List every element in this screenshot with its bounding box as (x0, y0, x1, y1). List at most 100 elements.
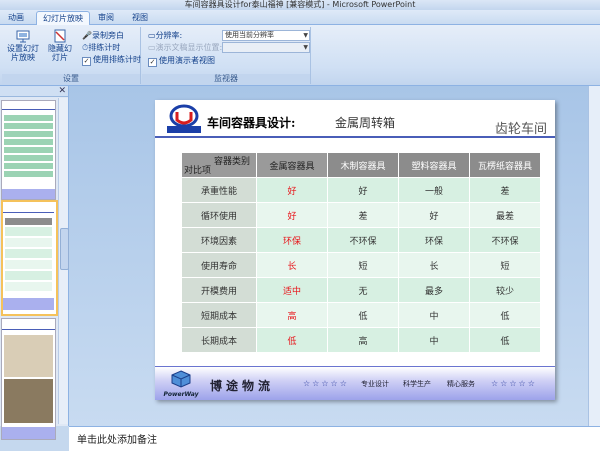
table-cell: 好 (399, 203, 469, 227)
use-timings-checkbox[interactable]: ✓ 使用排练计时 (82, 55, 141, 66)
slide-thumbnail-2-preview (3, 202, 54, 310)
table-header-row: 容器类别 对比项 金属容器具 木制容器具 塑料容器具 瓦楞纸容器具 (182, 153, 540, 177)
table-cell: 不环保 (470, 228, 540, 252)
use-timings-label: 使用排练计时 (93, 55, 141, 64)
slide-title: 车间容器具设计: (207, 116, 296, 130)
scrollbar-thumb[interactable] (60, 228, 69, 270)
use-timings-check[interactable]: ✓ (82, 57, 91, 66)
slide-thumbnail-3[interactable] (1, 318, 56, 440)
slide-footer: PowerWay 博途物流 ☆☆☆☆☆ 专业设计 科学生产 精心服务 ☆☆☆☆☆ (155, 366, 555, 400)
column-header: 木制容器具 (328, 153, 398, 177)
footer-tag-design: 专业设计 (361, 380, 389, 388)
slide-thumbnail-1-preview (2, 101, 55, 199)
rehearse-timings-button[interactable]: ⏱排练计时 (82, 43, 120, 53)
resolution-dropdown[interactable]: 使用当前分辨率 ▼ (222, 30, 310, 41)
table-cell: 低 (470, 303, 540, 327)
table-cell: 长 (399, 253, 469, 277)
ribbon-tabs: 动画 幻灯片放映 审阅 视图 (0, 10, 600, 25)
footer-logo: PowerWay (161, 370, 201, 398)
close-icon[interactable]: ✕ (58, 86, 66, 96)
slide-editing-area: 车间容器具设计: 金属周转箱 齿轮车间 容器类别 对比项 金属容器具 木制容器具… (69, 86, 600, 426)
table-cell: 一般 (399, 178, 469, 202)
company-logo-icon (167, 104, 201, 133)
tab-slideshow[interactable]: 幻灯片放映 (36, 11, 90, 25)
microphone-icon: 🎤 (82, 31, 92, 40)
cube-logo-icon (171, 370, 191, 388)
presenter-view-check[interactable]: ✓ (148, 58, 157, 67)
table-cell: 环保 (257, 228, 327, 252)
table-cell: 差 (470, 178, 540, 202)
table-row: 承重性能 好 好 一般 差 (182, 178, 540, 202)
ribbon: 设置幻灯片放映 隐藏幻灯片 🎤录制旁白 ⏱排练计时 ✓ 使用排练计时 设置 ▭分辨… (0, 25, 600, 86)
title-divider (155, 136, 555, 138)
corner-top-label: 容器类别 (213, 157, 250, 167)
resolution-label: ▭分辨率: (148, 31, 182, 41)
table-cell: 适中 (257, 278, 327, 302)
table-row: 循环使用 好 差 好 最差 (182, 203, 540, 227)
chevron-down-icon: ▼ (303, 32, 308, 39)
workspace-scrollbar[interactable] (588, 86, 600, 426)
slides-panel-scrollbar[interactable] (58, 98, 69, 424)
hide-slide-label: 隐藏幻灯片 (48, 44, 72, 62)
table-cell: 高 (328, 328, 398, 352)
row-label: 开模费用 (182, 278, 256, 302)
footer-brand: 博途物流 (210, 379, 275, 393)
table-cell: 差 (328, 203, 398, 227)
company-logo (163, 104, 205, 134)
table-row: 使用寿命 长 短 长 短 (182, 253, 540, 277)
slide-thumbnail-3-preview (2, 319, 55, 439)
slide-right-title: 齿轮车间 (494, 122, 547, 137)
footer-stars-left: ☆☆☆☆☆ (303, 379, 349, 388)
table-cell: 中 (399, 328, 469, 352)
resolution-value: 使用当前分辨率 (225, 31, 274, 39)
current-slide[interactable]: 车间容器具设计: 金属周转箱 齿轮车间 容器类别 对比项 金属容器具 木制容器具… (155, 100, 555, 400)
table-cell: 无 (328, 278, 398, 302)
table-cell: 好 (328, 178, 398, 202)
slides-panel: ✕ (0, 86, 69, 440)
resolution-label-text: 分辨率: (155, 31, 183, 40)
tab-animations[interactable]: 动画 (2, 11, 30, 24)
display-icon: ▭ (148, 43, 156, 52)
presenter-view-checkbox[interactable]: ✓ 使用演示者视图 (148, 56, 215, 67)
table-cell: 最多 (399, 278, 469, 302)
show-on-label-text: 演示文稿显示位置: (155, 43, 223, 52)
monitors-group: ▭分辨率: 使用当前分辨率 ▼ ▭演示文稿显示位置: ▼ ✓ 使用演示者视图 监视器 (142, 27, 311, 84)
notes-placeholder: 单击此处添加备注 (77, 435, 157, 446)
column-header: 塑料容器具 (399, 153, 469, 177)
footer-stars-right: ☆☆☆☆☆ (491, 379, 537, 388)
table-row: 环境因素 环保 不环保 环保 不环保 (182, 228, 540, 252)
row-label: 承重性能 (182, 178, 256, 202)
corner-bottom-label: 对比项 (184, 166, 212, 176)
hide-slide-icon (54, 29, 66, 43)
setup-slideshow-icon (16, 30, 30, 43)
tab-review[interactable]: 审阅 (92, 11, 120, 24)
table-cell: 长 (257, 253, 327, 277)
table-row: 短期成本 高 低 中 低 (182, 303, 540, 327)
monitor-icon: ▭ (148, 31, 156, 40)
chevron-down-icon: ▼ (303, 44, 308, 51)
table-cell: 高 (257, 303, 327, 327)
column-header: 瓦楞纸容器具 (470, 153, 540, 177)
table-cell: 低 (257, 328, 327, 352)
slide-thumbnail-2[interactable] (1, 200, 58, 316)
tab-view[interactable]: 视图 (126, 11, 154, 24)
setup-slideshow-button[interactable]: 设置幻灯片放映 (6, 29, 40, 62)
record-narration-button[interactable]: 🎤录制旁白 (82, 31, 124, 41)
setup-group-label: 设置 (2, 74, 140, 84)
notes-pane[interactable]: 单击此处添加备注 (69, 426, 600, 451)
setup-slideshow-label: 设置幻灯片放映 (7, 44, 39, 62)
show-on-dropdown[interactable]: ▼ (222, 42, 310, 53)
row-label: 短期成本 (182, 303, 256, 327)
table-cell: 不环保 (328, 228, 398, 252)
table-cell: 中 (399, 303, 469, 327)
slide-thumbnail-1[interactable] (1, 100, 56, 200)
record-narration-label: 录制旁白 (91, 31, 124, 40)
footer-tag-production: 科学生产 (403, 380, 431, 388)
footer-tag-service: 精心服务 (447, 380, 475, 388)
row-label: 循环使用 (182, 203, 256, 227)
setup-group: 设置幻灯片放映 隐藏幻灯片 🎤录制旁白 ⏱排练计时 ✓ 使用排练计时 设置 (2, 27, 141, 84)
row-label: 使用寿命 (182, 253, 256, 277)
table-corner-cell: 容器类别 对比项 (182, 153, 256, 177)
table-cell: 短 (328, 253, 398, 277)
hide-slide-button[interactable]: 隐藏幻灯片 (46, 29, 74, 62)
